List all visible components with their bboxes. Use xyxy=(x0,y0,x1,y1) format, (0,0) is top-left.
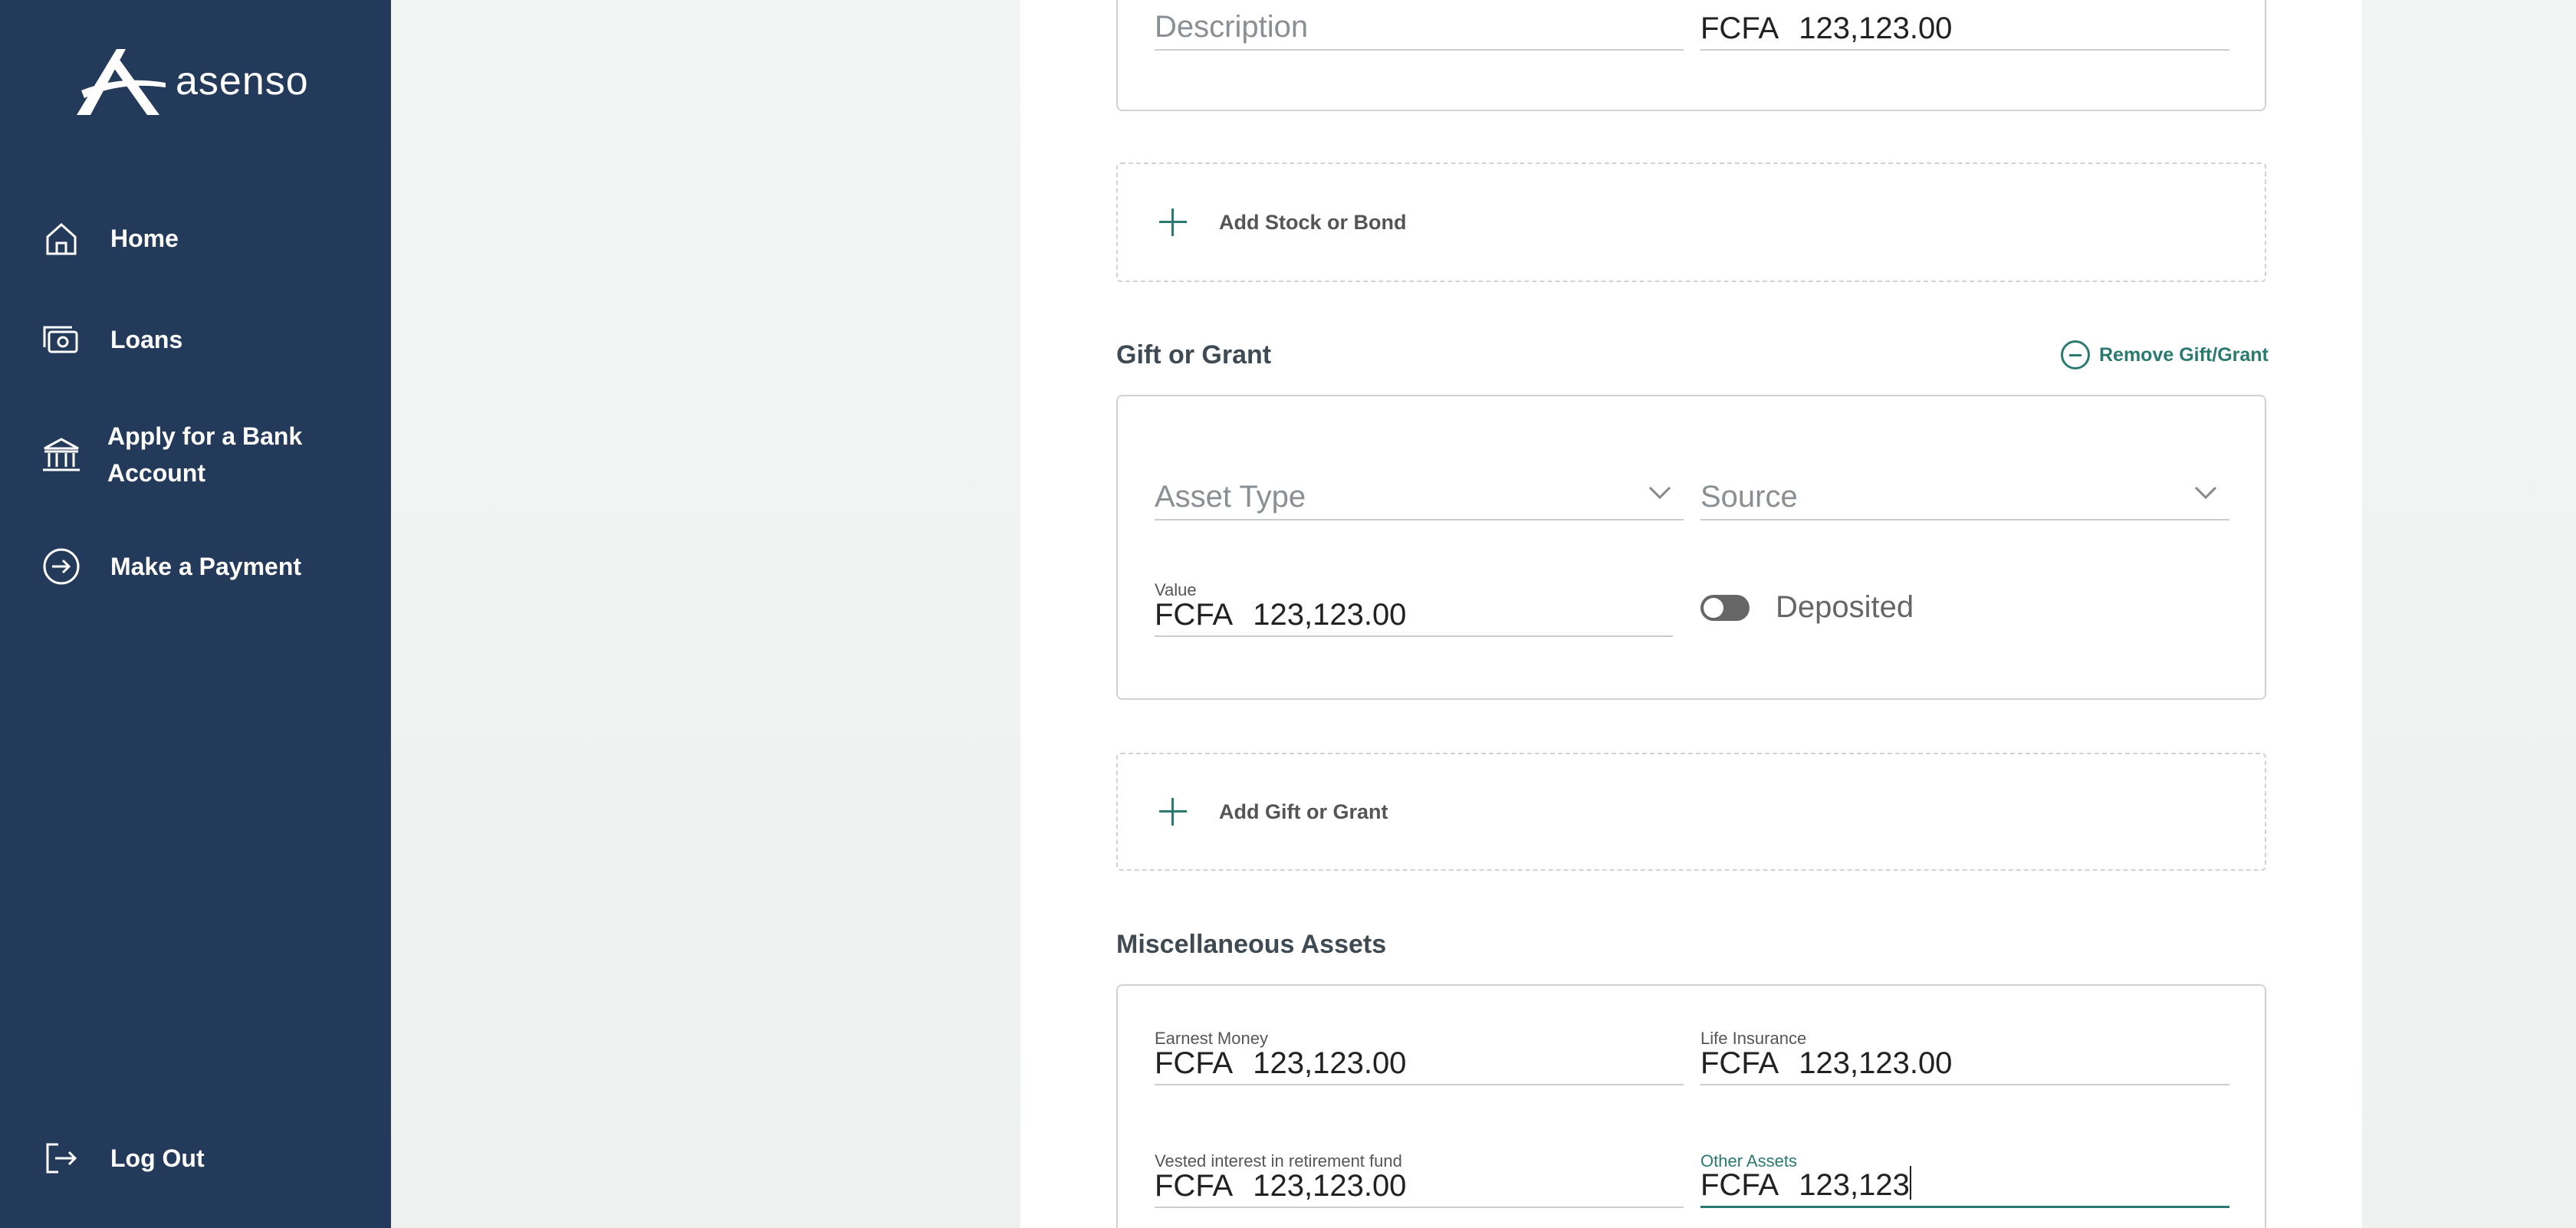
chevron-down-icon xyxy=(1648,485,1671,508)
description-placeholder: Description xyxy=(1155,10,1309,44)
stock-bond-card: Description FCFA 123,123.00 xyxy=(1116,0,2266,111)
retirement-fund-field[interactable]: Vested interest in retirement fund FCFA 1… xyxy=(1155,1151,1684,1208)
plus-icon xyxy=(1158,796,1188,827)
asenso-logo-icon xyxy=(77,49,166,115)
gift-grant-card: Asset Type Source Value FCFA 123,123.00 xyxy=(1116,395,2266,700)
remove-gift-grant-button[interactable]: Remove Gift/Grant xyxy=(2061,340,2269,369)
brand-logo[interactable]: asenso xyxy=(74,44,309,118)
cash-icon xyxy=(40,318,83,361)
stock-value-field[interactable]: FCFA 123,123.00 xyxy=(1700,2,2229,51)
gift-value-field[interactable]: Value FCFA 123,123.00 xyxy=(1155,580,1673,637)
earnest-money-field[interactable]: Earnest Money FCFA 123,123.00 xyxy=(1155,1029,1684,1085)
misc-assets-card: Earnest Money FCFA 123,123.00 Life Insura… xyxy=(1116,984,2266,1228)
life-insurance-field[interactable]: Life Insurance FCFA 123,123.00 xyxy=(1700,1029,2229,1085)
sidebar-item-bank-account[interactable]: Apply for a Bank Account xyxy=(40,418,307,491)
gift-grant-title: Gift or Grant xyxy=(1116,340,1272,369)
add-stock-bond-button[interactable]: Add Stock or Bond xyxy=(1116,163,2266,282)
deposited-toggle[interactable] xyxy=(1700,594,1750,621)
asset-type-placeholder: Asset Type xyxy=(1155,480,1306,514)
sidebar-item-loans[interactable]: Loans xyxy=(40,318,182,361)
toggle-knob xyxy=(1704,597,1723,618)
logout-button[interactable]: Log Out xyxy=(40,1137,205,1180)
sidebar-item-label: Loans xyxy=(110,326,183,353)
earnest-money-value: FCFA 123,123.00 xyxy=(1155,1046,1407,1080)
home-icon xyxy=(40,217,83,260)
deposited-toggle-group: Deposited xyxy=(1700,590,1914,625)
asset-type-select[interactable]: Asset Type xyxy=(1155,471,1684,520)
minus-circle-icon xyxy=(2061,340,2090,369)
sidebar: asenso Home Loans Apply for a Bank Accou… xyxy=(0,0,391,1228)
deposited-label: Deposited xyxy=(1776,590,1914,624)
sidebar-item-make-payment[interactable]: Make a Payment xyxy=(40,545,301,588)
stock-value: FCFA 123,123.00 xyxy=(1700,11,1953,45)
sidebar-item-home[interactable]: Home xyxy=(40,217,179,260)
sidebar-item-label: Apply for a Bank Account xyxy=(107,422,303,487)
chevron-down-icon xyxy=(2194,485,2217,508)
arrow-circle-icon xyxy=(40,545,83,588)
source-select[interactable]: Source xyxy=(1700,471,2229,520)
logout-icon xyxy=(40,1137,83,1180)
other-assets-field[interactable]: Other Assets FCFA 123,123 xyxy=(1700,1151,2229,1208)
brand-name: asenso xyxy=(176,59,309,103)
retirement-fund-value: FCFA 123,123.00 xyxy=(1155,1169,1407,1203)
description-field[interactable]: Description xyxy=(1155,2,1684,51)
source-placeholder: Source xyxy=(1700,480,1798,514)
add-gift-grant-label: Add Gift or Grant xyxy=(1219,800,1388,823)
sidebar-item-label: Make a Payment xyxy=(110,553,302,580)
logout-label: Log Out xyxy=(110,1144,205,1172)
misc-assets-title: Miscellaneous Assets xyxy=(1116,930,1387,959)
other-assets-value: FCFA 123,123 xyxy=(1700,1166,1911,1203)
bank-icon xyxy=(40,433,83,476)
add-gift-grant-button[interactable]: Add Gift or Grant xyxy=(1116,753,2266,871)
life-insurance-value: FCFA 123,123.00 xyxy=(1700,1046,1953,1080)
remove-gift-grant-label: Remove Gift/Grant xyxy=(2099,343,2269,366)
text-caret xyxy=(1909,1166,1911,1200)
sidebar-item-label: Home xyxy=(110,225,179,252)
gift-value: FCFA 123,123.00 xyxy=(1155,598,1407,632)
add-stock-bond-label: Add Stock or Bond xyxy=(1219,210,1407,234)
plus-icon xyxy=(1158,207,1188,238)
